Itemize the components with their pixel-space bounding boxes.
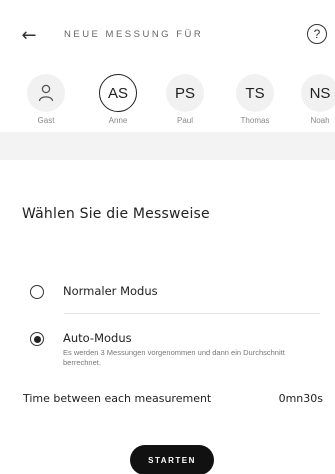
person-icon [38, 84, 54, 102]
avatar: NS [301, 74, 335, 112]
profile-noah[interactable]: NS Noah [296, 74, 335, 125]
option-label: Normaler Modus [63, 284, 158, 298]
header: ← NEUE MESSUNG FÜR ? [0, 0, 335, 74]
option-normal-mode[interactable]: Normaler Modus [30, 284, 158, 299]
profile-label: Noah [310, 116, 330, 125]
option-label: Auto-Modus [63, 331, 132, 345]
back-button[interactable]: ← [14, 20, 44, 50]
avatar: AS [99, 74, 137, 112]
page-title: NEUE MESSUNG FÜR [64, 29, 204, 40]
start-button[interactable]: STARTEN [130, 445, 214, 474]
radio-button[interactable] [30, 285, 44, 299]
profile-anne[interactable]: AS Anne [94, 74, 142, 125]
section-divider [0, 132, 335, 160]
time-value[interactable]: 0mn30s [279, 392, 323, 405]
question-circle-icon: ? [313, 27, 321, 41]
avatar: PS [166, 74, 204, 112]
avatar [27, 74, 65, 112]
option-auto-mode[interactable]: Auto-Modus Es werden 3 Messungen vorgeno… [30, 331, 315, 368]
avatar: TS [236, 74, 274, 112]
profile-label: Thomas [240, 116, 270, 125]
profile-label: Gast [37, 116, 55, 125]
profile-label: Anne [108, 116, 128, 125]
option-description: Es werden 3 Messungen vorgenommen und da… [63, 348, 285, 367]
time-interval-row[interactable]: Time between each measurement 0mn30s [23, 392, 323, 405]
arrow-left-icon: ← [21, 24, 37, 46]
time-label: Time between each measurement [23, 392, 212, 405]
section-title: Wählen Sie die Messweise [22, 206, 210, 222]
profile-thomas[interactable]: TS Thomas [231, 74, 279, 125]
profile-label: Paul [176, 116, 193, 125]
option-separator [64, 313, 320, 314]
radio-dot-icon [33, 335, 41, 343]
radio-button-selected[interactable] [30, 332, 44, 346]
profile-paul[interactable]: PS Paul [161, 74, 209, 125]
profile-selector: Gast AS Anne PS Paul TS Thomas NS Noah [0, 74, 335, 130]
help-button[interactable]: ? [307, 24, 327, 44]
profile-guest[interactable]: Gast [22, 74, 70, 125]
